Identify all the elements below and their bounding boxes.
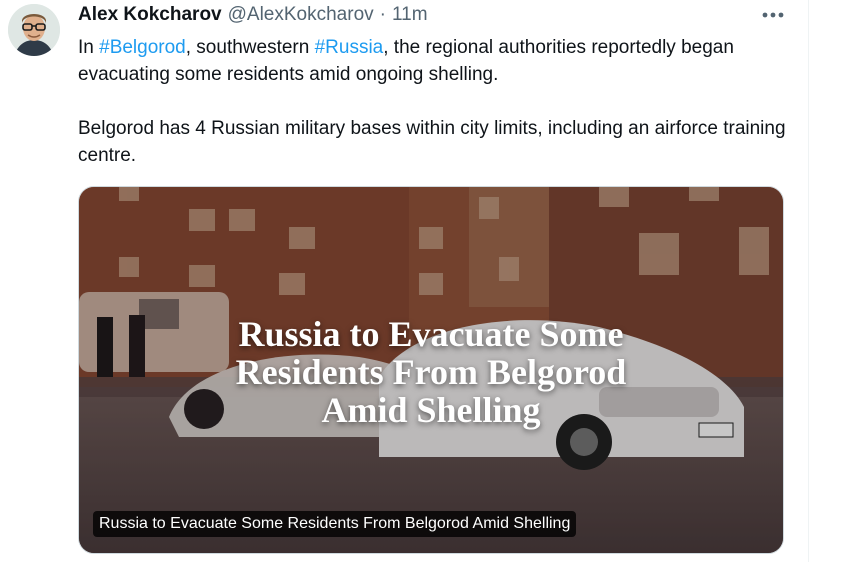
tweet-header: Alex Kokcharov @AlexKokcharov · 11m bbox=[78, 2, 428, 28]
column-divider bbox=[808, 0, 809, 562]
headline-line-2: Residents From Belgorod bbox=[235, 352, 627, 392]
avatar[interactable] bbox=[8, 4, 60, 56]
text-span: , southwestern bbox=[185, 37, 315, 58]
more-options-button[interactable] bbox=[758, 4, 788, 26]
hashtag-belgorod[interactable]: #Belgorod bbox=[99, 37, 186, 58]
link-card[interactable]: Russia to Evacuate Some Residents From B… bbox=[78, 186, 784, 554]
tweet-paragraph-2: Belgorod has 4 Russian military bases wi… bbox=[78, 118, 786, 166]
tweet-text: In #Belgorod, southwestern #Russia, the … bbox=[78, 34, 788, 169]
headline-line-3: Amid Shelling bbox=[321, 390, 541, 430]
card-headline: Russia to Evacuate Some Residents From B… bbox=[79, 315, 783, 429]
avatar-image bbox=[8, 4, 60, 56]
card-title-caption: Russia to Evacuate Some Residents From B… bbox=[93, 511, 577, 537]
more-horizontal-icon bbox=[762, 12, 784, 18]
tweet-paragraph-1: In #Belgorod, southwestern #Russia, the … bbox=[78, 34, 788, 88]
headline-line-1: Russia to Evacuate Some bbox=[238, 314, 624, 354]
text-span: In bbox=[78, 37, 100, 58]
hashtag-russia[interactable]: #Russia bbox=[315, 37, 384, 58]
separator-dot: · bbox=[379, 4, 386, 25]
author-name[interactable]: Alex Kokcharov bbox=[78, 4, 222, 26]
author-handle[interactable]: @AlexKokcharov bbox=[228, 4, 374, 26]
tweet-timestamp[interactable]: 11m bbox=[392, 4, 428, 26]
tweet: Alex Kokcharov @AlexKokcharov · 11m In #… bbox=[0, 0, 808, 562]
